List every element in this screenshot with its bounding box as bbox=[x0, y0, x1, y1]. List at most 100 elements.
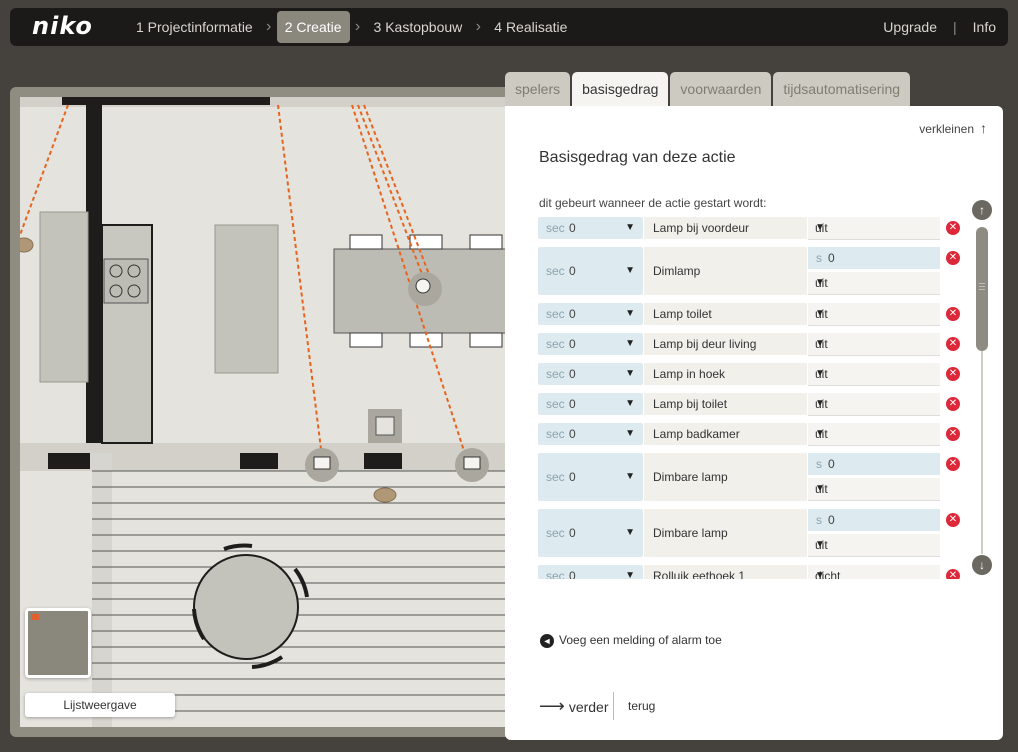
delete-icon[interactable]: ✕ bbox=[946, 427, 960, 441]
scroll-down-icon[interactable]: ↓ bbox=[972, 555, 992, 575]
delay-unit: sec bbox=[546, 427, 565, 441]
add-alarm-button[interactable]: ◄ Voeg een melding of alarm toe bbox=[540, 633, 722, 648]
caret-down-icon: ▼ bbox=[815, 222, 825, 233]
list-view-button[interactable]: Lijstweergave bbox=[25, 693, 175, 717]
delay-unit: sec bbox=[546, 397, 565, 411]
scroll-thumb[interactable] bbox=[976, 227, 988, 351]
dim-level-input[interactable]: s0 bbox=[808, 509, 940, 531]
action-row: sec 0 ▼ Lamp bij voordeur uit ▼ ✕ bbox=[538, 217, 978, 240]
caret-down-icon: ▼ bbox=[815, 277, 825, 288]
device-name: Dimbare lamp bbox=[644, 453, 807, 501]
tab-tijdsautomatisering[interactable]: tijdsautomatisering bbox=[773, 72, 911, 106]
delay-select[interactable]: sec 0 ▼ bbox=[538, 393, 643, 415]
device-name-label: Lamp badkamer bbox=[653, 427, 740, 441]
minimap[interactable] bbox=[25, 608, 91, 678]
delay-value: 0 bbox=[569, 427, 576, 441]
state-select[interactable]: uit ▼ bbox=[808, 534, 940, 557]
next-button[interactable]: ⟶ verder bbox=[539, 696, 609, 717]
delay-select[interactable]: sec 0 ▼ bbox=[538, 217, 643, 239]
delay-value: 0 bbox=[569, 367, 576, 381]
step-kastopbouw[interactable]: 3 Kastopbouw bbox=[366, 11, 471, 43]
tab-basisgedrag[interactable]: basisgedrag bbox=[572, 72, 669, 106]
delay-unit: sec bbox=[546, 470, 565, 484]
state-select[interactable]: uit ▼ bbox=[808, 363, 940, 386]
action-row: sec 0 ▼ Rolluik eethoek 1 dicht ▼ ✕ bbox=[538, 565, 978, 579]
arrow-right-icon: ⟶ bbox=[539, 696, 565, 716]
arrow-up-icon: ↑ bbox=[980, 120, 987, 136]
delay-value: 0 bbox=[569, 221, 576, 235]
tab-voorwaarden[interactable]: voorwaarden bbox=[670, 72, 772, 106]
device-name-label: Lamp in hoek bbox=[653, 367, 726, 381]
delete-icon[interactable]: ✕ bbox=[946, 337, 960, 351]
delay-unit: sec bbox=[546, 221, 565, 235]
minimap-marker bbox=[31, 614, 39, 620]
caret-down-icon: ▼ bbox=[625, 570, 635, 579]
tab-bar: spelers basisgedrag voorwaarden tijdsaut… bbox=[505, 72, 912, 106]
chevron-right-icon: › bbox=[266, 18, 272, 35]
state-select[interactable]: uit ▼ bbox=[808, 303, 940, 326]
device-name-label: Lamp bij voordeur bbox=[653, 221, 750, 235]
device-name-label: Lamp bij toilet bbox=[653, 397, 728, 411]
delay-value: 0 bbox=[569, 397, 576, 411]
state-select[interactable]: uit ▼ bbox=[808, 272, 940, 295]
step-projectinformatie[interactable]: 1 Projectinformatie bbox=[128, 11, 261, 43]
shrink-button[interactable]: verkleinen ↑ bbox=[919, 120, 987, 136]
add-alarm-label: Voeg een melding of alarm toe bbox=[559, 633, 722, 647]
delete-icon[interactable]: ✕ bbox=[946, 367, 960, 381]
back-button[interactable]: terug bbox=[628, 699, 655, 713]
delay-select[interactable]: sec 0 ▼ bbox=[538, 565, 643, 579]
caret-down-icon: ▼ bbox=[625, 368, 635, 379]
delay-select[interactable]: sec 0 ▼ bbox=[538, 303, 643, 325]
caret-down-icon: ▼ bbox=[815, 483, 825, 494]
delay-select[interactable]: sec 0 ▼ bbox=[538, 509, 643, 557]
delete-icon[interactable]: ✕ bbox=[946, 513, 960, 527]
dim-value: 0 bbox=[828, 251, 835, 265]
action-row: sec 0 ▼ Lamp in hoek uit ▼ ✕ bbox=[538, 363, 978, 386]
state-select[interactable]: dicht ▼ bbox=[808, 565, 940, 579]
action-row: sec 0 ▼ Lamp bij toilet uit ▼ ✕ bbox=[538, 393, 978, 416]
delete-icon[interactable]: ✕ bbox=[946, 251, 960, 265]
state-select[interactable]: uit ▼ bbox=[808, 478, 940, 501]
delay-select[interactable]: sec 0 ▼ bbox=[538, 247, 643, 295]
upgrade-link[interactable]: Upgrade bbox=[883, 19, 937, 35]
delay-unit: sec bbox=[546, 337, 565, 351]
step-creatie[interactable]: 2 Creatie bbox=[276, 11, 350, 43]
delay-select[interactable]: sec 0 ▼ bbox=[538, 453, 643, 501]
device-name: Dimbare lamp bbox=[644, 509, 807, 557]
delete-icon[interactable]: ✕ bbox=[946, 569, 960, 579]
delete-icon[interactable]: ✕ bbox=[946, 457, 960, 471]
caret-down-icon: ▼ bbox=[625, 265, 635, 276]
top-bar: niko 1 Projectinformatie › 2 Creatie › 3… bbox=[10, 8, 1008, 46]
device-name: Rolluik eethoek 1 bbox=[644, 565, 807, 579]
floor-plan-canvas[interactable] bbox=[20, 97, 510, 727]
caret-down-icon: ▼ bbox=[815, 398, 825, 409]
state-select[interactable]: uit ▼ bbox=[808, 333, 940, 356]
state-select[interactable]: uit ▼ bbox=[808, 393, 940, 416]
tab-spelers[interactable]: spelers bbox=[505, 72, 571, 106]
delete-icon[interactable]: ✕ bbox=[946, 307, 960, 321]
dim-unit: s bbox=[816, 251, 822, 265]
caret-down-icon: ▼ bbox=[815, 338, 825, 349]
state-select[interactable]: uit ▼ bbox=[808, 217, 940, 240]
delay-select[interactable]: sec 0 ▼ bbox=[538, 363, 643, 385]
delete-icon[interactable]: ✕ bbox=[946, 221, 960, 235]
dim-level-input[interactable]: s0 bbox=[808, 247, 940, 269]
delay-select[interactable]: sec 0 ▼ bbox=[538, 423, 643, 445]
device-name: Lamp badkamer bbox=[644, 423, 807, 445]
wizard-steps: 1 Projectinformatie › 2 Creatie › 3 Kast… bbox=[128, 11, 575, 43]
info-link[interactable]: Info bbox=[973, 19, 996, 35]
scroll-up-icon[interactable]: ↑ bbox=[972, 200, 992, 220]
delete-icon[interactable]: ✕ bbox=[946, 397, 960, 411]
device-name-label: Lamp bij deur living bbox=[653, 337, 757, 351]
step-realisatie[interactable]: 4 Realisatie bbox=[486, 11, 575, 43]
state-select[interactable]: uit ▼ bbox=[808, 423, 940, 446]
caret-down-icon: ▼ bbox=[625, 222, 635, 233]
delay-select[interactable]: sec 0 ▼ bbox=[538, 333, 643, 355]
dim-level-input[interactable]: s0 bbox=[808, 453, 940, 475]
caret-down-icon: ▼ bbox=[815, 570, 825, 579]
top-right-links: Upgrade | Info bbox=[883, 8, 996, 46]
caret-down-icon: ▼ bbox=[625, 398, 635, 409]
next-label: verder bbox=[568, 699, 609, 715]
dim-unit: s bbox=[816, 457, 822, 471]
dim-value: 0 bbox=[828, 513, 835, 527]
